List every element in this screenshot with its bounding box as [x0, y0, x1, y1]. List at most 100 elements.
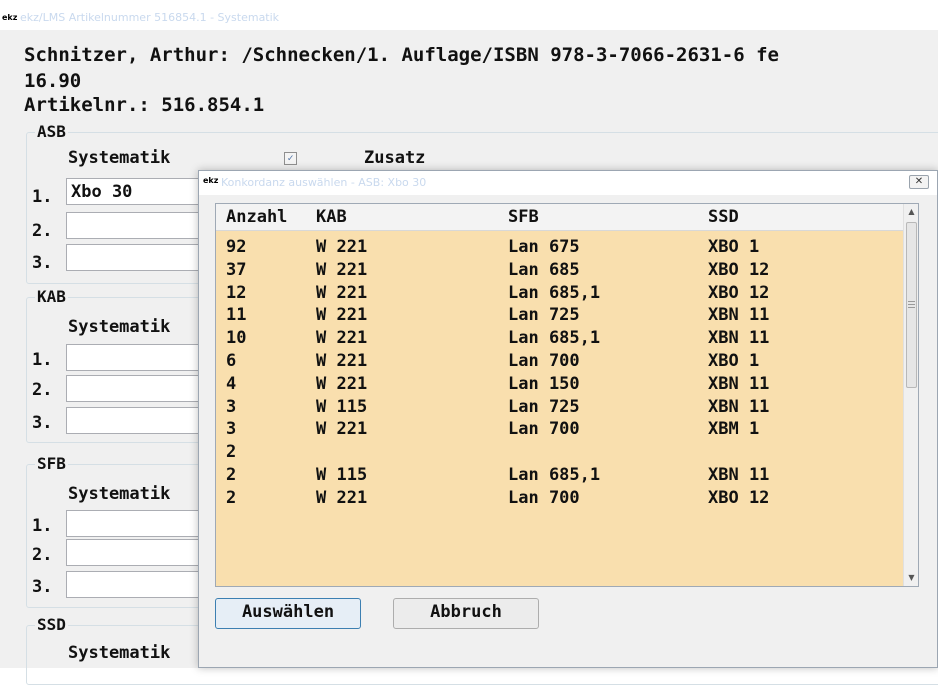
- column-header-kab[interactable]: KAB: [316, 207, 347, 227]
- kab-row-number: 3.: [32, 413, 53, 433]
- asb-row-number: 2.: [32, 221, 53, 241]
- check-icon: ✓: [287, 153, 294, 164]
- cell-anzahl: 12: [226, 282, 247, 303]
- table-row[interactable]: 2 W 115 Lan 685,1 XBN 11: [216, 465, 905, 488]
- cell-ssd: XBM 1: [708, 419, 760, 440]
- table-row[interactable]: 3 W 221 Lan 700 XBM 1: [216, 419, 905, 442]
- cell-anzahl: 11: [226, 305, 247, 326]
- scroll-down-icon[interactable]: ▼: [904, 570, 918, 586]
- table-row[interactable]: 4 W 221 Lan 150 XBN 11: [216, 374, 905, 397]
- cancel-button[interactable]: Abbruch: [393, 598, 539, 629]
- cell-sfb: Lan 700: [508, 487, 580, 508]
- kab-row-number: 2.: [32, 380, 53, 400]
- price-line: 16.90: [24, 70, 82, 92]
- grip-line: [908, 304, 915, 305]
- column-header-anzahl[interactable]: Anzahl: [226, 207, 287, 227]
- ssd-legend: SSD: [35, 615, 68, 634]
- cell-kab: W 221: [316, 328, 368, 349]
- cell-anzahl: 2: [226, 442, 237, 463]
- grip-line: [908, 301, 915, 302]
- grip-line: [908, 307, 915, 308]
- sfb-legend: SFB: [35, 454, 68, 473]
- table-row[interactable]: 2 W 221 Lan 700 XBO 12: [216, 488, 905, 511]
- cell-ssd: XBO 12: [708, 282, 770, 303]
- cell-anzahl: 6: [226, 351, 237, 371]
- asb-legend: ASB: [35, 122, 68, 141]
- article-number-line: Artikelnr.: 516.854.1: [24, 94, 265, 116]
- table-row[interactable]: 11 W 221 Lan 725 XBN 11: [216, 305, 905, 328]
- cell-anzahl: 4: [226, 373, 237, 394]
- cell-ssd: XBN 11: [708, 305, 770, 326]
- cell-sfb: Lan 725: [508, 305, 580, 326]
- cell-ssd: XBN 11: [708, 396, 770, 417]
- cell-ssd: XBN 11: [708, 328, 770, 349]
- asb-systematik-label: Systematik: [68, 148, 171, 168]
- cell-kab: W 115: [316, 465, 368, 485]
- cell-ssd: XBO 12: [708, 487, 770, 508]
- cell-kab: W 221: [316, 237, 368, 257]
- asb-zusatz-label: Zusatz: [364, 148, 426, 168]
- kab-systematik-label: Systematik: [68, 317, 171, 337]
- cell-ssd: XBO 1: [708, 351, 760, 371]
- cell-sfb: Lan 150: [508, 373, 580, 394]
- kab-row-number: 1.: [32, 350, 53, 370]
- sfb-row-number: 2.: [32, 545, 53, 565]
- main-titlebar: ekz ekz/LMS Artikelnummer 516854.1 - Sys…: [0, 0, 938, 30]
- cell-ssd: XBN 11: [708, 465, 770, 485]
- title-info-line: Schnitzer, Arthur: /Schnecken/1. Auflage…: [24, 44, 779, 66]
- table-row[interactable]: 2: [216, 442, 905, 465]
- table-row[interactable]: 10 W 221 Lan 685,1 XBN 11: [216, 328, 905, 351]
- cell-ssd: XBO 1: [708, 237, 760, 257]
- cell-sfb: Lan 700: [508, 419, 580, 440]
- table-row[interactable]: 37 W 221 Lan 685 XBO 12: [216, 260, 905, 283]
- cell-kab: W 221: [316, 305, 368, 326]
- cell-anzahl: 2: [226, 465, 237, 485]
- sfb-systematik-label: Systematik: [68, 484, 171, 504]
- ekz-logo-icon: ekz: [203, 176, 219, 185]
- cell-anzahl: 37: [226, 259, 247, 280]
- scroll-thumb[interactable]: [906, 222, 917, 388]
- asb-row-number: 1.: [32, 187, 53, 207]
- cell-anzahl: 3: [226, 396, 237, 417]
- column-header-ssd[interactable]: SSD: [708, 207, 739, 227]
- cell-sfb: Lan 725: [508, 396, 580, 417]
- column-header-sfb[interactable]: SFB: [508, 207, 539, 227]
- grid-scrollbar[interactable]: ▲ ▼: [903, 204, 918, 586]
- cell-ssd: XBO 12: [708, 259, 770, 280]
- scroll-up-icon[interactable]: ▲: [904, 204, 918, 220]
- cell-kab: W 115: [316, 396, 368, 417]
- cell-ssd: XBN 11: [708, 373, 770, 394]
- cell-sfb: Lan 700: [508, 351, 580, 371]
- cell-kab: W 221: [316, 282, 368, 303]
- select-button[interactable]: Auswählen: [215, 598, 361, 629]
- table-row[interactable]: 12 W 221 Lan 685,1 XBO 12: [216, 283, 905, 306]
- table-row[interactable]: 92 W 221 Lan 675 XBO 1: [216, 237, 905, 260]
- ssd-systematik-label: Systematik: [68, 643, 171, 663]
- dialog-titlebar: ekz Konkordanz auswählen - ASB: Xbo 30 ✕: [199, 171, 937, 195]
- cell-sfb: Lan 685,1: [508, 465, 601, 485]
- grid-header: Anzahl KAB SFB SSD: [216, 204, 905, 231]
- asb-zusatz-checkbox[interactable]: ✓: [284, 152, 297, 165]
- concordance-dialog: ekz Konkordanz auswählen - ASB: Xbo 30 ✕…: [198, 170, 938, 668]
- window-title: ekz/LMS Artikelnummer 516854.1 - Systema…: [20, 11, 280, 24]
- close-button[interactable]: ✕: [909, 175, 929, 189]
- cell-anzahl: 3: [226, 419, 237, 440]
- concordance-grid[interactable]: Anzahl KAB SFB SSD 92 W 221 Lan 675 XBO 1 37…: [215, 203, 919, 587]
- sfb-row-number: 3.: [32, 577, 53, 597]
- cell-kab: W 221: [316, 373, 368, 394]
- sfb-row-number: 1.: [32, 516, 53, 536]
- table-row[interactable]: 3 W 115 Lan 725 XBN 11: [216, 397, 905, 420]
- table-row[interactable]: 6 W 221 Lan 700 XBO 1: [216, 351, 905, 374]
- cell-kab: W 221: [316, 419, 368, 440]
- cell-anzahl: 92: [226, 237, 247, 257]
- cell-anzahl: 10: [226, 328, 247, 349]
- cell-sfb: Lan 685,1: [508, 282, 601, 303]
- kab-legend: KAB: [35, 287, 68, 306]
- dialog-title: Konkordanz auswählen - ASB: Xbo 30: [221, 176, 427, 189]
- cell-sfb: Lan 685,1: [508, 328, 601, 349]
- ekz-logo-icon: ekz: [2, 13, 18, 22]
- cell-kab: W 221: [316, 259, 368, 280]
- cell-anzahl: 2: [226, 487, 237, 508]
- cell-kab: W 221: [316, 351, 368, 371]
- close-icon: ✕: [914, 176, 924, 187]
